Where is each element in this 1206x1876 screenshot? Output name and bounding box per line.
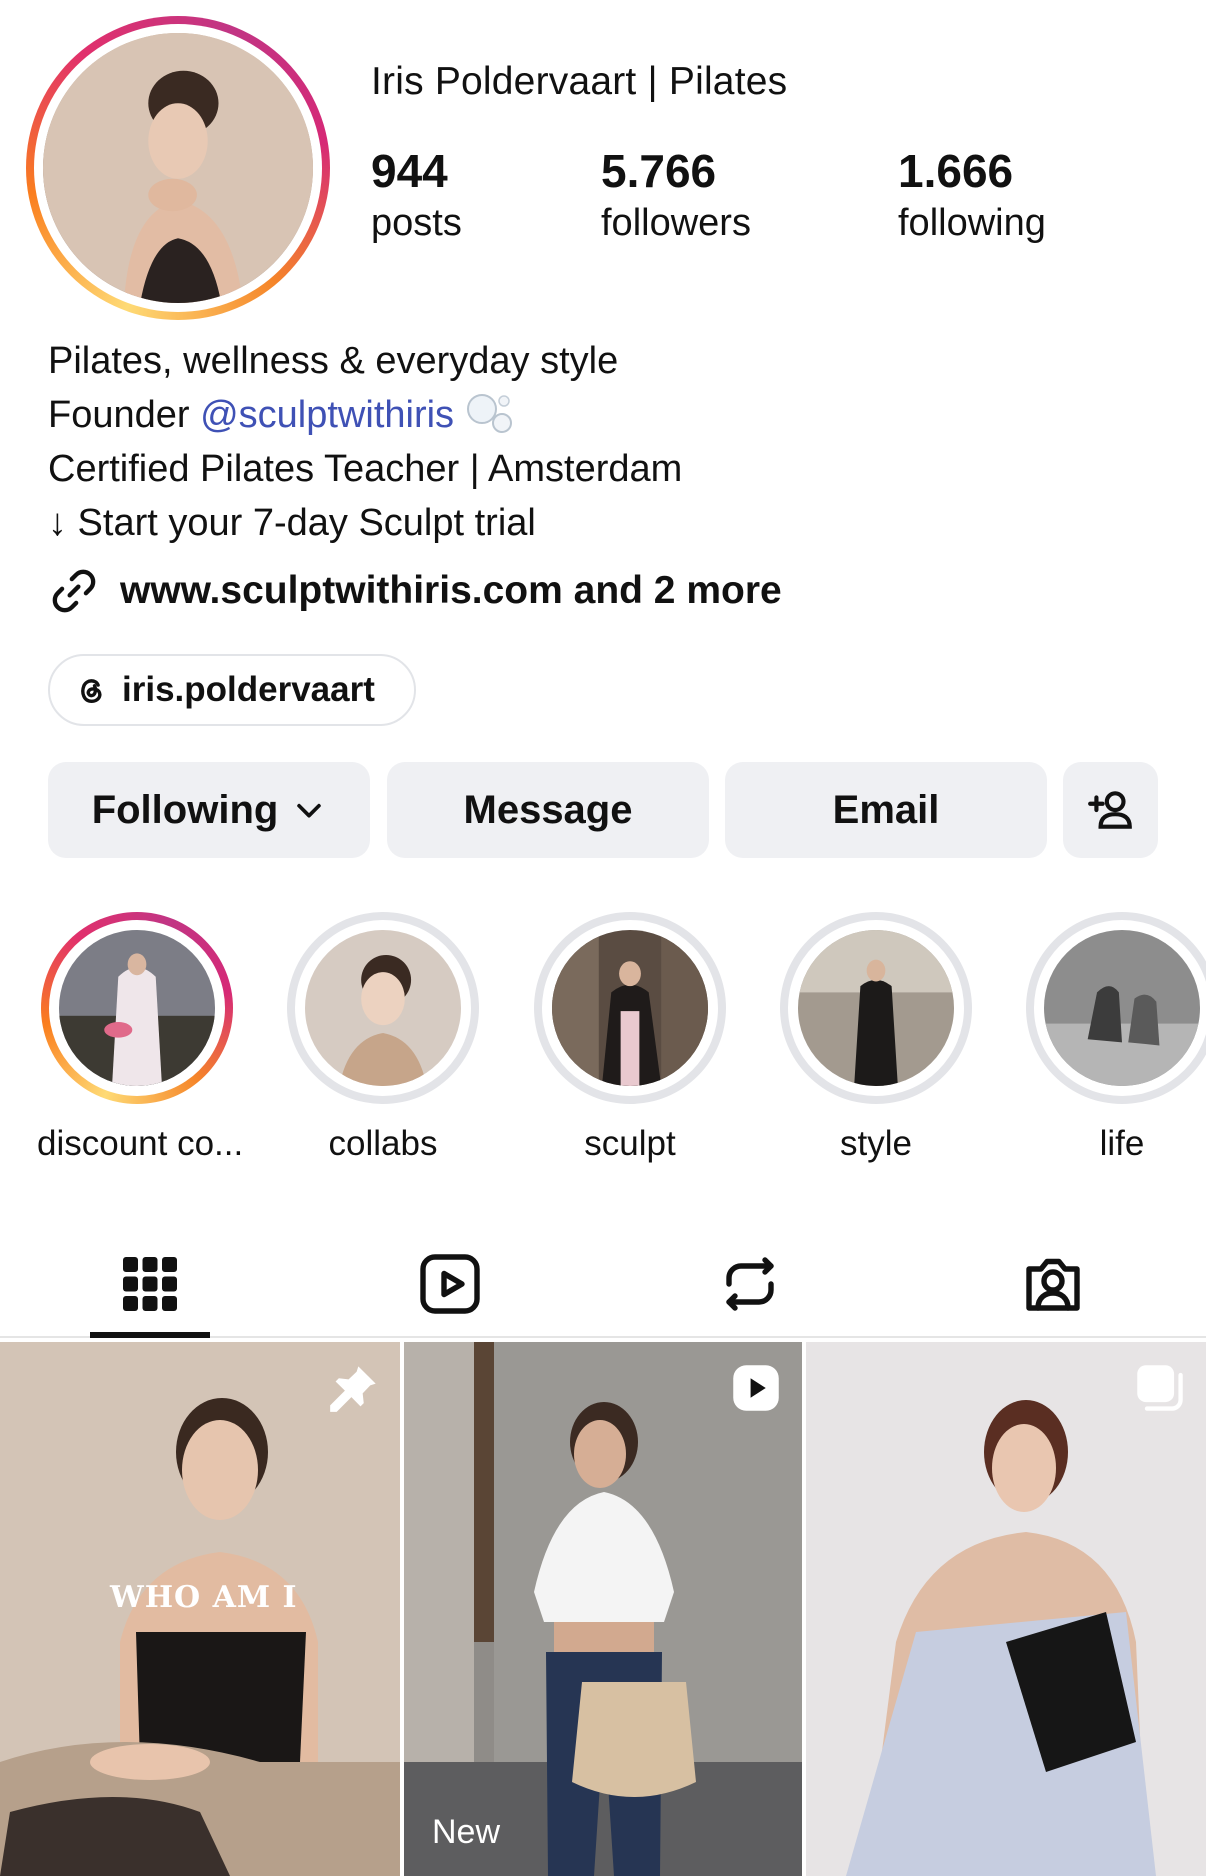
following-button-label: Following (91, 787, 279, 832)
bio-line: Pilates, wellness & everyday style (48, 340, 619, 382)
following-label: following (898, 202, 1046, 244)
post-tile[interactable]: New (404, 1342, 802, 1876)
threads-handle: iris.poldervaart (122, 670, 375, 709)
profile-avatar-ring[interactable] (26, 16, 330, 320)
stat-posts[interactable]: 944 posts (371, 148, 462, 242)
stat-followers[interactable]: 5.766 followers (601, 148, 751, 242)
chevron-down-icon (297, 803, 322, 818)
add-user-icon (1087, 791, 1132, 829)
following-count: 1.666 (898, 145, 1014, 197)
new-badge: New (432, 1813, 501, 1851)
active-tab-indicator (90, 1332, 210, 1338)
post-caption: WHO AM I (110, 1580, 298, 1615)
tab-reposts[interactable] (600, 1230, 900, 1338)
link-icon (52, 569, 96, 613)
highlight-label: discount co... (37, 1124, 244, 1163)
carousel-icon (1137, 1365, 1183, 1411)
pin-icon (330, 1366, 376, 1412)
post-tile[interactable]: WHO AM I (0, 1342, 400, 1876)
followers-count: 5.766 (601, 145, 717, 197)
message-button[interactable]: Message (387, 762, 709, 858)
highlight-style[interactable]: style (776, 912, 976, 1164)
bio-line: Founder @sculptwithiris (48, 388, 682, 442)
bio-founder-text: Founder (48, 394, 201, 436)
highlight-label: style (840, 1124, 912, 1163)
grid-icon (123, 1257, 177, 1311)
message-button-label: Message (463, 787, 633, 832)
reel-icon (733, 1365, 779, 1411)
profile-tabs (0, 1230, 1206, 1338)
tab-reels[interactable] (300, 1230, 600, 1338)
tagged-icon (1026, 1258, 1080, 1311)
highlight-label: life (1099, 1124, 1145, 1163)
post-tile[interactable] (806, 1342, 1206, 1876)
post-image (806, 1342, 1206, 1876)
website-link[interactable]: www.sculptwithiris.com and 2 more (48, 565, 782, 617)
highlight-label: sculpt (584, 1124, 676, 1163)
highlight-discount[interactable]: discount co... (37, 912, 244, 1164)
threads-badge[interactable]: iris.poldervaart (48, 654, 416, 726)
posts-count: 944 (371, 145, 448, 197)
profile-name: Iris Poldervaart | Pilates (371, 60, 788, 103)
threads-icon (81, 679, 102, 704)
followers-label: followers (601, 202, 751, 244)
posts-label: posts (371, 202, 462, 244)
profile-avatar[interactable] (43, 33, 313, 303)
bio-line: ↓ Start your 7-day Sculpt trial (48, 502, 536, 544)
email-button-label: Email (832, 787, 940, 832)
bubbles-icon (467, 394, 513, 433)
highlight-label: collabs (328, 1124, 438, 1163)
repost-icon (726, 1257, 774, 1311)
bio-line: Certified Pilates Teacher | Amsterdam (48, 448, 683, 490)
website-link-text[interactable]: www.sculptwithiris.com and 2 more (120, 569, 782, 613)
stat-following[interactable]: 1.666 following (898, 148, 1046, 242)
following-button[interactable]: Following (48, 762, 370, 858)
tab-tagged[interactable] (903, 1230, 1203, 1338)
email-button[interactable]: Email (725, 762, 1047, 858)
suggested-users-button[interactable] (1063, 762, 1158, 858)
highlight-life[interactable]: life (1022, 912, 1206, 1164)
reels-icon (420, 1254, 480, 1314)
highlight-sculpt[interactable]: sculpt (530, 912, 730, 1164)
profile-bio: Pilates, wellness & everyday style Found… (48, 334, 682, 550)
post-image (404, 1342, 802, 1876)
bio-mention-link[interactable]: @sculptwithiris (200, 394, 454, 436)
tab-grid[interactable] (0, 1230, 300, 1338)
highlight-collabs[interactable]: collabs (283, 912, 483, 1164)
